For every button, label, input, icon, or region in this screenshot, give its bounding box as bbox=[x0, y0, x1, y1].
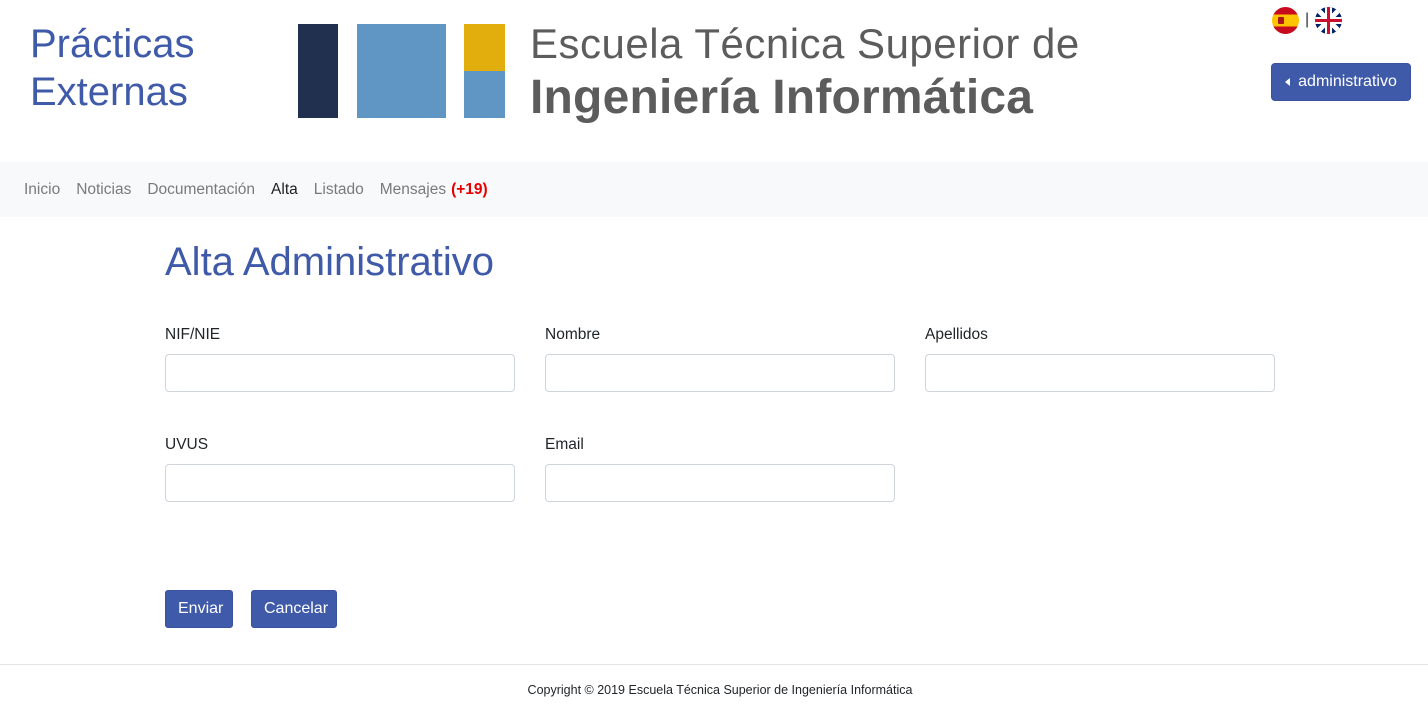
footer-divider bbox=[0, 664, 1428, 665]
nif-label: NIF/NIE bbox=[165, 326, 221, 343]
caret-left-icon bbox=[1285, 78, 1291, 86]
user-menu-button[interactable]: administrativo bbox=[1271, 63, 1411, 101]
logo-text-line2: Ingeniería Informática bbox=[530, 71, 1034, 124]
nombre-field-group: Nombre bbox=[545, 324, 895, 392]
main-navbar: Inicio Noticias Documentación Alta Lista… bbox=[0, 162, 1428, 217]
nav-item-noticias[interactable]: Noticias bbox=[76, 181, 131, 199]
email-label: Email bbox=[545, 436, 584, 453]
uvus-input[interactable] bbox=[165, 464, 515, 502]
site-title[interactable]: Prácticas Externas bbox=[30, 20, 260, 116]
logo-block-blue-small bbox=[464, 71, 505, 118]
spain-flag-icon[interactable] bbox=[1272, 6, 1299, 34]
logo-text-line1: Escuela Técnica Superior de bbox=[530, 20, 1080, 67]
uk-flag-icon[interactable] bbox=[1315, 6, 1343, 34]
page-title: Alta Administrativo bbox=[165, 240, 495, 284]
apellidos-field-group: Apellidos bbox=[925, 324, 1275, 392]
footer-copyright: Copyright © 2019 Escuela Técnica Superio… bbox=[527, 683, 913, 697]
nav-item-mensajes-label: Mensajes bbox=[379, 180, 447, 198]
apellidos-label: Apellidos bbox=[925, 326, 988, 343]
logo-block-gold bbox=[464, 24, 505, 71]
cancel-button[interactable]: Cancelar bbox=[251, 590, 337, 628]
user-menu-label: administrativo bbox=[1298, 73, 1397, 90]
language-separator: | bbox=[1305, 11, 1310, 28]
nav-item-documentacion[interactable]: Documentación bbox=[147, 181, 255, 199]
nav-item-alta[interactable]: Alta bbox=[271, 181, 298, 199]
uvus-field-group: UVUS bbox=[165, 434, 515, 502]
site-title-line1: Prácticas bbox=[30, 22, 195, 66]
nif-field-group: NIF/NIE bbox=[165, 324, 515, 392]
nav-item-mensajes[interactable]: Mensajes (+19) bbox=[380, 181, 488, 199]
logo-block-blue bbox=[357, 24, 446, 118]
site-title-line2: Externas bbox=[30, 70, 188, 114]
uvus-label: UVUS bbox=[165, 436, 209, 453]
logo-block-navy bbox=[298, 24, 338, 118]
language-selector: | bbox=[1272, 5, 1343, 35]
messages-count-badge: (+19) bbox=[451, 180, 488, 198]
nav-item-listado[interactable]: Listado bbox=[314, 181, 364, 199]
nombre-input[interactable] bbox=[545, 354, 895, 392]
email-field-group: Email bbox=[545, 434, 895, 502]
nav-item-inicio[interactable]: Inicio bbox=[24, 181, 60, 199]
nif-input[interactable] bbox=[165, 354, 515, 392]
submit-button[interactable]: Enviar bbox=[165, 590, 233, 628]
apellidos-input[interactable] bbox=[925, 354, 1275, 392]
nombre-label: Nombre bbox=[545, 326, 601, 343]
school-logo: Escuela Técnica Superior de Ingeniería I… bbox=[297, 20, 1127, 137]
email-input[interactable] bbox=[545, 464, 895, 502]
